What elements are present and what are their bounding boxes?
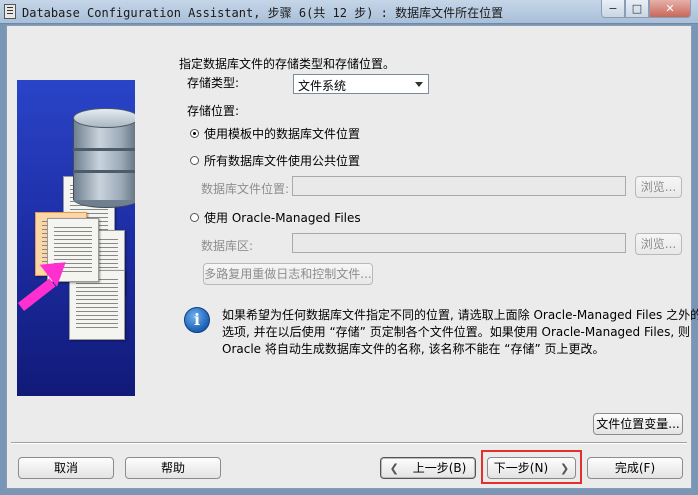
browse-button-file-location[interactable]: 浏览... bbox=[635, 176, 682, 198]
file-location-variables-button[interactable]: 文件位置变量... bbox=[593, 413, 683, 435]
radio-template-location[interactable] bbox=[190, 129, 199, 138]
multiplex-redo-control-button[interactable]: 多路复用重做日志和控制文件... bbox=[203, 263, 373, 285]
chevron-down-icon bbox=[415, 82, 423, 87]
app-icon bbox=[4, 4, 16, 19]
option-template-label[interactable]: 使用模板中的数据库文件位置 bbox=[204, 125, 360, 142]
db-area-field[interactable] bbox=[292, 233, 626, 253]
minimize-button[interactable]: − bbox=[601, 0, 625, 18]
maximize-button[interactable]: □ bbox=[625, 0, 649, 18]
chevron-left-icon: ❮ bbox=[389, 462, 399, 475]
help-button[interactable]: 帮助 bbox=[125, 457, 221, 479]
back-button[interactable]: ❮ 上一步(B) bbox=[380, 457, 476, 479]
db-file-location-field[interactable] bbox=[292, 176, 626, 196]
db-file-location-label: 数据库文件位置: bbox=[201, 182, 290, 196]
storage-type-value: 文件系统 bbox=[298, 79, 347, 93]
arrow-icon bbox=[17, 278, 56, 311]
info-line-2: 选项, 并在以后使用 “存储” 页定制各个文件位置。如果使用 Oracle-Ma… bbox=[222, 325, 690, 339]
finish-button[interactable]: 完成(F) bbox=[587, 457, 683, 479]
cancel-button[interactable]: 取消 bbox=[18, 457, 114, 479]
info-line-1: 如果希望为任何数据库文件指定不同的位置, 请选取上面除 Oracle-Manag… bbox=[222, 308, 698, 322]
storage-type-select[interactable]: 文件系统 bbox=[293, 74, 429, 94]
close-button[interactable]: ✕ bbox=[649, 0, 691, 18]
window-title: Database Configuration Assistant, 步骤 6(共… bbox=[22, 6, 504, 20]
database-cylinder-icon bbox=[73, 108, 135, 208]
back-label: 上一步(B) bbox=[412, 461, 467, 475]
browse-button-db-area[interactable]: 浏览... bbox=[635, 233, 682, 255]
storage-type-label: 存储类型: bbox=[187, 76, 240, 90]
info-line-3: Oracle 将自动生成数据库文件的名称, 该名称不能在 “存储” 页上更改。 bbox=[222, 342, 605, 356]
intro-text: 指定数据库文件的存储类型和存储位置。 bbox=[179, 57, 396, 71]
option-omf-label[interactable]: 使用 Oracle-Managed Files bbox=[204, 209, 361, 226]
title-bar: Database Configuration Assistant, 步骤 6(共… bbox=[0, 0, 698, 24]
wizard-body: 指定数据库文件的存储类型和存储位置。 存储类型: 文件系统 存储位置: 使用模板… bbox=[6, 25, 698, 489]
db-area-label: 数据库区: bbox=[201, 239, 254, 253]
next-button-highlight bbox=[481, 450, 582, 484]
divider bbox=[11, 442, 687, 444]
radio-oracle-managed-files[interactable] bbox=[190, 213, 199, 222]
database-illustration bbox=[17, 80, 135, 396]
info-icon: i bbox=[184, 307, 210, 333]
radio-common-location[interactable] bbox=[190, 156, 199, 165]
storage-location-label: 存储位置: bbox=[187, 104, 240, 118]
option-common-label[interactable]: 所有数据库文件使用公共位置 bbox=[204, 152, 360, 169]
